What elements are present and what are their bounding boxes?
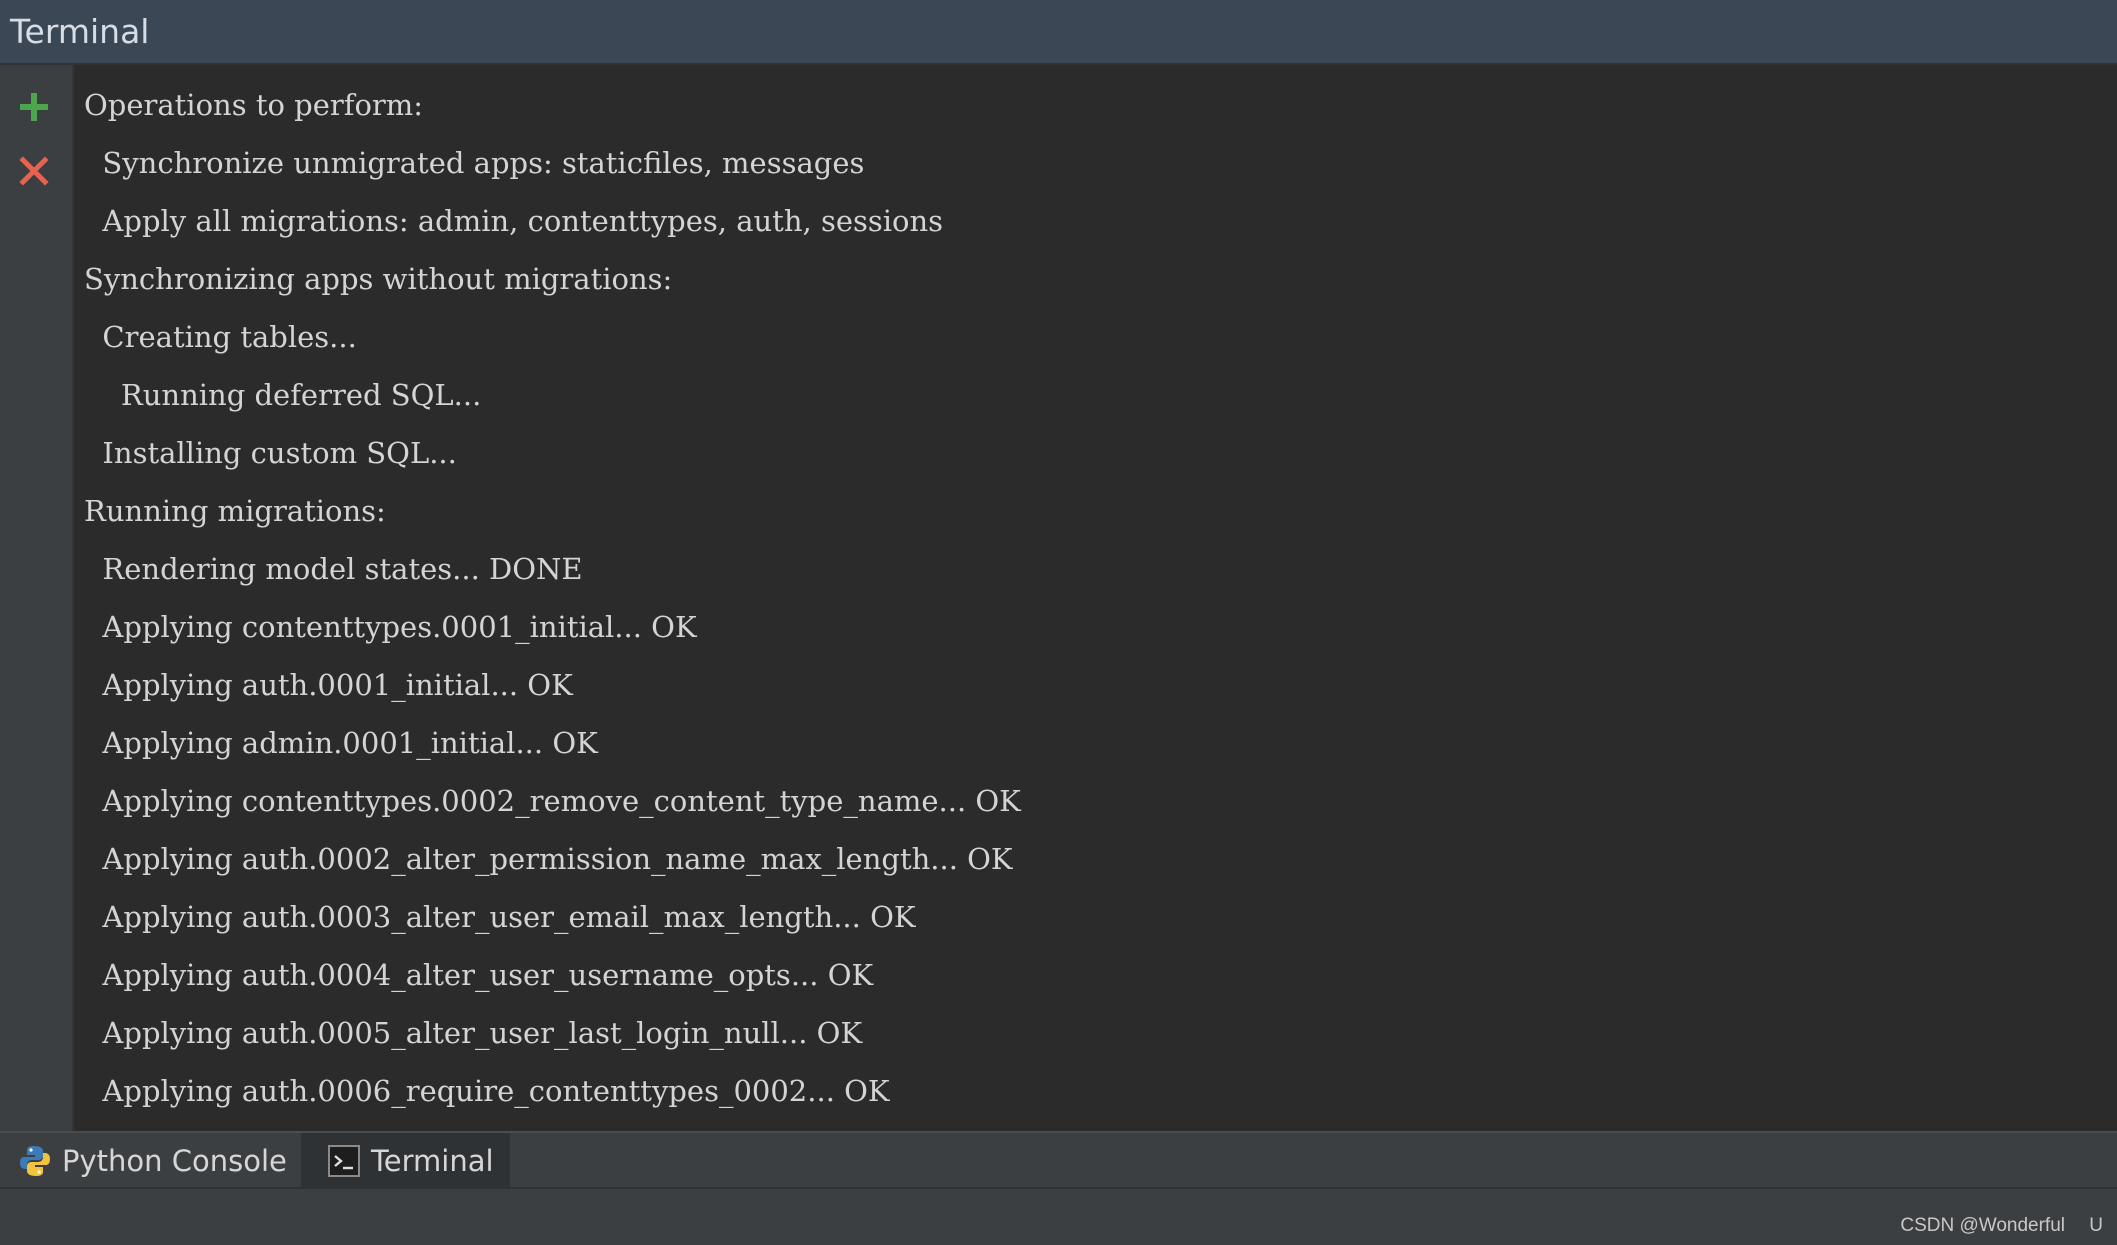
terminal-line: Applying auth.0003_alter_user_email_max_…: [84, 900, 916, 934]
tool-window-header: Terminal: [0, 0, 2117, 65]
terminal-line: Applying auth.0004_alter_user_username_o…: [84, 958, 874, 992]
terminal-line: Running deferred SQL...: [84, 378, 482, 412]
close-icon: [19, 156, 49, 186]
terminal-line: Synchronizing apps without migrations:: [84, 262, 673, 296]
terminal-line: Applying contenttypes.0001_initial... OK: [84, 610, 697, 644]
plus-icon: [20, 93, 48, 121]
tab-label: Terminal: [371, 1144, 494, 1178]
terminal-line: Synchronize unmigrated apps: staticfiles…: [84, 146, 865, 180]
tab-python-console[interactable]: Python Console: [0, 1133, 298, 1189]
terminal-line: Installing custom SQL...: [84, 436, 457, 470]
terminal-line: Apply all migrations: admin, contenttype…: [84, 204, 944, 238]
terminal-line: Applying auth.0006_require_contenttypes_…: [84, 1074, 890, 1108]
tool-window-tabs: Python Console Terminal: [0, 1131, 2117, 1189]
tab-terminal[interactable]: Terminal: [301, 1133, 510, 1189]
terminal-line: Running migrations:: [84, 494, 386, 528]
terminal-line: Applying auth.0005_alter_user_last_login…: [84, 1016, 863, 1050]
terminal-line: Applying contenttypes.0002_remove_conten…: [84, 784, 1021, 818]
terminal-line: Creating tables...: [84, 320, 357, 354]
terminal-line: Applying auth.0002_alter_permission_name…: [84, 842, 1013, 876]
ide-window: Terminal Operations to perform: Synchron…: [0, 0, 2117, 1245]
status-indicator[interactable]: U: [2089, 1215, 2103, 1237]
status-bar: CSDN @Wonderful U: [0, 1189, 2117, 1245]
tab-label: Python Console: [62, 1144, 287, 1178]
terminal-output[interactable]: Operations to perform: Synchronize unmig…: [74, 65, 2117, 1131]
new-session-button[interactable]: [14, 87, 54, 127]
tool-window-title: Terminal: [10, 12, 150, 51]
terminal-line: Operations to perform:: [84, 88, 424, 122]
terminal-line: Applying auth.0001_initial... OK: [84, 668, 573, 702]
terminal-line: Applying admin.0001_initial... OK: [84, 726, 598, 760]
watermark-credit: CSDN @Wonderful: [1900, 1215, 2065, 1236]
close-session-button[interactable]: [14, 151, 54, 191]
terminal-line: Rendering model states... DONE: [84, 552, 583, 586]
terminal-icon: [327, 1144, 361, 1178]
terminal-toolbar: [0, 65, 74, 1131]
python-icon: [18, 1144, 52, 1178]
